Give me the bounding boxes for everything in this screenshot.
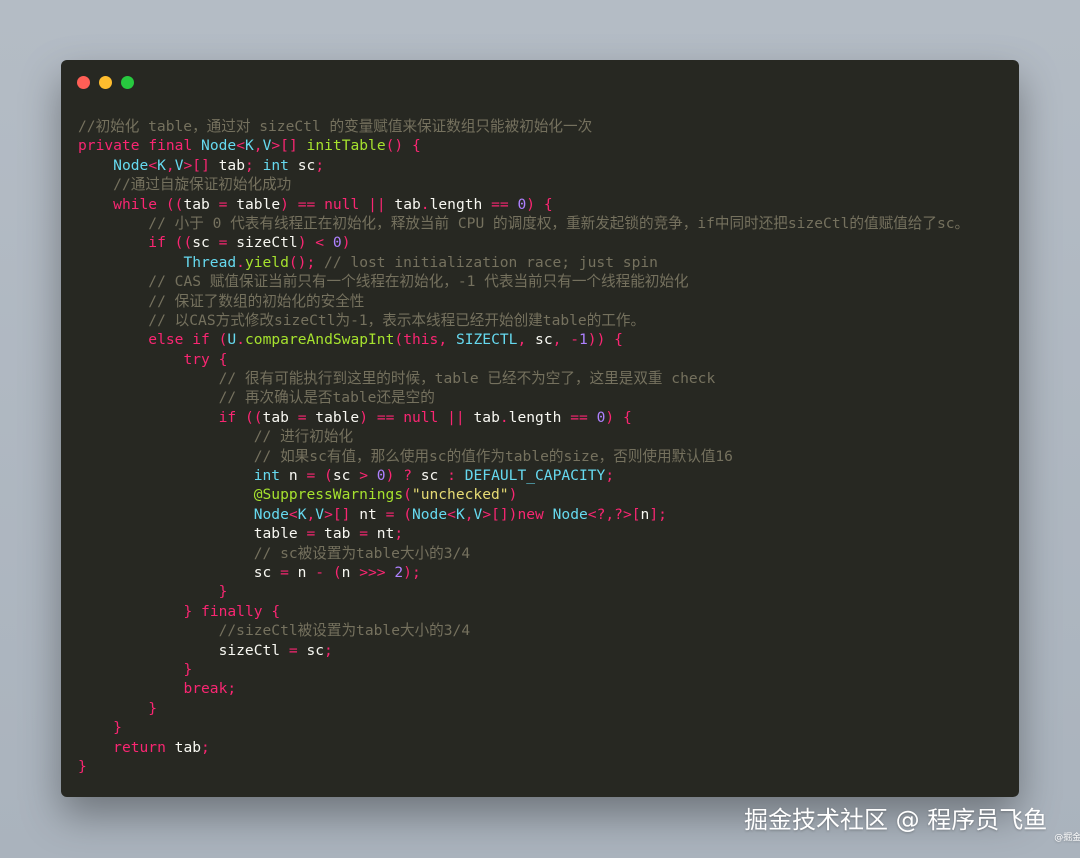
code-line: } [183,660,193,678]
code-line: else if (U.compareAndSwapInt(this, SIZEC… [148,331,623,349]
code-line: } [113,719,122,737]
code-line: // CAS 赋值保证当前只有一个线程在初始化，-1 代表当前只有一个线程能初始… [148,273,689,291]
code-line: break; [183,680,237,698]
code-line: //sizeCtl被设置为table大小的3/4 [218,622,471,640]
code-line: // 保证了数组的初始化的安全性 [148,292,365,310]
code-line: } [148,699,158,717]
code-line: @SuppressWarnings("unchecked") [253,486,518,504]
code-line: // 如果sc有值，那么使用sc的值作为table的size，否则使用默认值16 [253,447,733,465]
code-line: // 以CAS方式修改sizeCtl为-1，表示本线程已经开始创建table的工… [148,311,646,329]
code-line: // 小于 0 代表有线程正在初始化，释放当前 CPU 的调度权，重新发起锁的竞… [148,214,970,232]
minimize-icon[interactable] [99,76,112,89]
code-line: } [78,757,87,775]
code-line: //初始化 table，通过对 sizeCtl 的变量赋值来保证数组只能被初始化… [78,118,593,135]
code-line: // sc被设置为table大小的3/4 [253,544,471,562]
watermark: 掘金技术社区 @ 程序员飞鱼 @掘金技术社区 [744,800,1080,843]
code-line: // 很有可能执行到这里的时候，table 已经不为空了，这里是双重 check [218,370,716,388]
code-line: // 再次确认是否table还是空的 [218,389,435,407]
code-line: sc = n - (n >>> 2); [78,563,421,581]
window-controls [77,76,134,89]
code-line: return tab; [113,738,210,756]
code-line: //通过自旋保证初始化成功 [113,176,292,194]
code-line: if ((tab = table) == null || tab.length … [218,408,632,426]
maximize-icon[interactable] [121,76,134,89]
code-block: //初始化 table，通过对 sizeCtl 的变量赋值来保证数组只能被初始化… [78,117,1011,776]
code-line: if ((sc = sizeCtl) < 0) [148,234,351,252]
code-line: // 进行初始化 [253,428,354,446]
code-window: //初始化 table，通过对 sizeCtl 的变量赋值来保证数组只能被初始化… [61,60,1019,797]
code-line: int n = (sc > 0) ? sc : DEFAULT_CAPACITY… [253,467,615,485]
watermark-text: 掘金技术社区 @ 程序员飞鱼 [744,806,1048,834]
close-icon[interactable] [77,76,90,89]
code-line: Node<K,V>[] nt = (Node<K,V>[])new Node<?… [253,505,667,523]
code-line: table = tab = nt; [78,525,404,543]
code-line: Thread.yield(); // lost initialization r… [183,253,658,271]
watermark-small: @掘金技术社区 [1054,833,1080,843]
code-line: } finally { [183,602,281,620]
code-line: while ((tab = table) == null || tab.leng… [113,195,553,213]
code-line: private final Node<K,V>[] initTable() { [78,137,421,155]
code-line: } [218,583,228,601]
code-line: Node<K,V>[] tab; int sc; [113,156,325,174]
code-line: sizeCtl = sc; [78,641,333,659]
code-line: try { [183,350,228,368]
